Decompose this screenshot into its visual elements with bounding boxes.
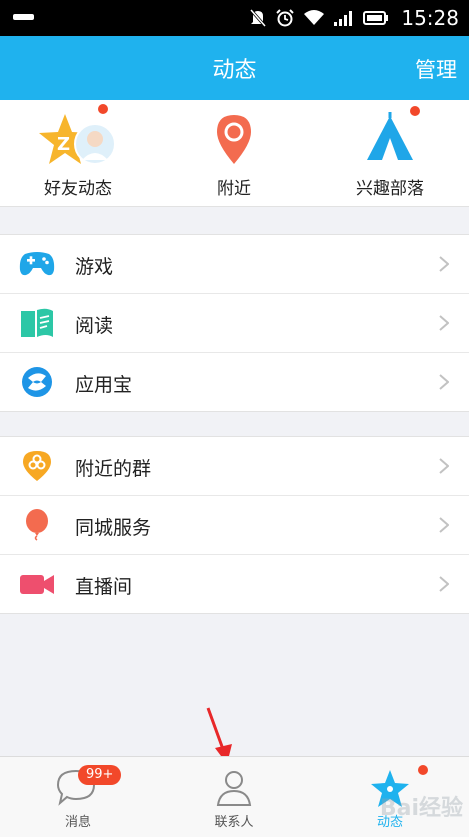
menu-group-2: 附近的群 同城服务 直播间 <box>0 436 469 614</box>
qzone-star-icon: Z <box>39 114 116 165</box>
signal-icon <box>334 11 352 26</box>
unread-badge: 99+ <box>78 765 122 785</box>
alarm-icon <box>276 9 294 27</box>
chevron-right-icon <box>439 458 449 474</box>
chevron-right-icon <box>439 576 449 592</box>
new-dot <box>98 104 108 114</box>
battery-icon <box>363 11 388 25</box>
page-title: 动态 <box>212 58 257 83</box>
watermark: Bai经验 <box>379 796 463 821</box>
list-label: 阅读 <box>75 315 114 337</box>
status-bar: 15:28 <box>0 0 469 36</box>
quick-label: 好友动态 <box>44 179 112 199</box>
quick-label: 兴趣部落 <box>356 179 424 199</box>
list-item-games[interactable]: 游戏 <box>0 235 469 294</box>
svg-text:Z: Z <box>57 134 70 155</box>
gamepad-icon <box>19 252 55 276</box>
title-bar: 动态 管理 <box>0 36 469 100</box>
list-label: 同城服务 <box>75 517 152 539</box>
nearby-group-icon <box>23 451 51 481</box>
quick-tribe[interactable]: 兴趣部落 <box>312 100 468 206</box>
tab-contacts[interactable]: 联系人 <box>156 757 312 837</box>
list-label: 附近的群 <box>75 458 152 480</box>
new-dot <box>410 106 420 116</box>
chevron-right-icon <box>439 315 449 331</box>
quick-label: 附近 <box>217 179 251 199</box>
appstore-icon <box>22 367 52 397</box>
wifi-icon <box>304 10 324 25</box>
list-label: 应用宝 <box>75 374 133 396</box>
location-pin-icon <box>217 115 251 164</box>
clock: 15:28 <box>401 6 459 30</box>
list-item-appstore[interactable]: 应用宝 <box>0 353 469 411</box>
tent-icon <box>367 112 413 160</box>
list-label: 直播间 <box>75 576 133 598</box>
balloon-icon <box>26 509 48 541</box>
chevron-right-icon <box>439 256 449 272</box>
book-icon <box>21 308 53 337</box>
tab-label: 联系人 <box>214 815 254 830</box>
list-item-nearby-groups[interactable]: 附近的群 <box>0 437 469 496</box>
list-item-live-room[interactable]: 直播间 <box>0 555 469 613</box>
video-camera-icon <box>20 575 54 594</box>
chevron-right-icon <box>439 517 449 533</box>
person-icon <box>216 771 252 806</box>
tab-messages[interactable]: 99+ 消息 <box>0 757 156 837</box>
quick-friend-feed[interactable]: Z 好友动态 <box>0 100 156 206</box>
new-dot <box>418 765 428 775</box>
list-item-city-services[interactable]: 同城服务 <box>0 496 469 555</box>
chevron-right-icon <box>439 374 449 390</box>
quick-nearby[interactable]: 附近 <box>156 100 312 206</box>
notification-icon <box>13 14 34 20</box>
quick-entries: Z 好友动态 附近 兴趣部落 <box>0 100 469 207</box>
list-item-reading[interactable]: 阅读 <box>0 294 469 353</box>
manage-button[interactable]: 管理 <box>415 54 457 84</box>
list-label: 游戏 <box>75 256 114 278</box>
tab-label: 消息 <box>64 815 91 830</box>
menu-group-1: 游戏 阅读 应用宝 <box>0 234 469 412</box>
mute-icon <box>249 9 267 27</box>
